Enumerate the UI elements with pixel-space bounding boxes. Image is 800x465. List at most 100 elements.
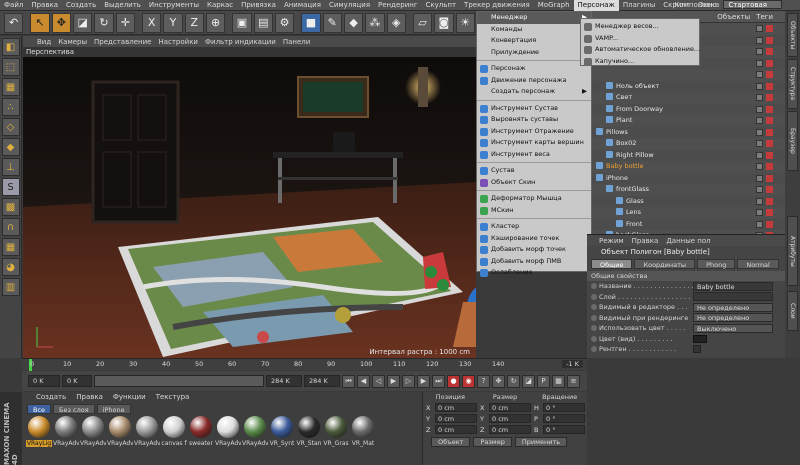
material-menu-item[interactable]: Функции — [113, 393, 146, 401]
add-icon[interactable]: ✛ — [115, 12, 135, 33]
menu-item-2[interactable]: Создать — [62, 0, 100, 11]
visibility-tag-icon[interactable] — [756, 59, 763, 67]
visibility-tag-icon[interactable] — [756, 71, 763, 78]
material-swatch[interactable]: canvas f — [161, 416, 187, 447]
goto-start-icon[interactable]: ⏮ — [342, 374, 355, 388]
character-menu-item[interactable]: Ослабление — [477, 267, 591, 279]
visibility-tag-icon[interactable] — [756, 82, 763, 90]
scale-key-icon[interactable]: ◪ — [522, 374, 535, 388]
size-field[interactable]: 0 cm — [489, 414, 531, 423]
enabled-check-icon[interactable] — [766, 163, 773, 170]
size-field[interactable]: 0 cm — [489, 425, 531, 434]
attribute-value[interactable] — [693, 292, 773, 302]
character-menu-item[interactable]: Добавить морф точек — [477, 244, 591, 256]
apply-button[interactable]: Применить — [514, 437, 568, 447]
play-icon[interactable]: ▶ — [387, 374, 400, 388]
layout-value[interactable]: Стартовая — [723, 0, 782, 9]
enabled-check-icon[interactable] — [766, 209, 773, 216]
timeline-window-icon[interactable]: ≡ — [567, 374, 580, 388]
material-filter[interactable]: Все — [27, 404, 52, 414]
enabled-check-icon[interactable] — [766, 82, 773, 90]
visibility-tag-icon[interactable] — [756, 186, 763, 193]
menu-item-5[interactable]: Каркас — [203, 0, 237, 11]
timeline-ruler[interactable]: 0 10 20 30 40 50 60 70 80 90 100 110 120 130 140 -1 K — [22, 358, 587, 371]
range-slider[interactable] — [94, 375, 264, 387]
visibility-tag-icon[interactable] — [756, 36, 763, 44]
object-row[interactable]: iPhone — [592, 173, 785, 185]
size-field[interactable]: 0 cm — [489, 403, 531, 412]
right-tab[interactable]: Браузер — [787, 111, 798, 171]
visibility-tag-icon[interactable] — [756, 105, 763, 113]
menu-item-9[interactable]: Рендеринг — [374, 0, 422, 11]
snap-icon[interactable]: S — [1, 178, 20, 196]
material-swatch[interactable]: VRayAdv — [134, 416, 160, 447]
min-frame-field[interactable]: 0 K — [62, 375, 92, 387]
coord-size-mode-select[interactable]: Размер — [473, 437, 512, 447]
object-row[interactable] — [592, 69, 785, 81]
viewport-menu-item[interactable]: Фильтр индикации — [205, 38, 276, 46]
character-menu-item[interactable]: Инструмент Отражение — [477, 126, 591, 138]
manager-submenu-item[interactable]: VAMP... — [581, 33, 699, 45]
attribute-value[interactable]: Не определено — [693, 302, 773, 312]
visibility-tag-icon[interactable] — [756, 209, 763, 216]
object-row[interactable]: From Doorway — [592, 104, 785, 116]
enabled-check-icon[interactable] — [766, 197, 773, 205]
viewport-menu-item[interactable]: Представление — [94, 38, 151, 46]
menu-item-1[interactable]: Правка — [27, 0, 62, 11]
select-icon[interactable]: ↖ — [30, 12, 50, 33]
enabled-check-icon[interactable] — [766, 36, 773, 44]
material-swatch[interactable]: VRayAdv — [80, 416, 106, 447]
rotate-icon[interactable]: ↻ — [94, 12, 114, 33]
keyframe-selection-icon[interactable]: ? — [477, 374, 490, 388]
attributes-tab[interactable]: Normal — [737, 259, 779, 269]
enabled-check-icon[interactable] — [766, 48, 773, 55]
material-swatch[interactable]: sweater — [189, 416, 213, 447]
enabled-check-icon[interactable] — [766, 174, 773, 182]
light-icon[interactable]: ☀ — [455, 12, 475, 33]
cube-icon[interactable]: ■ — [301, 12, 321, 33]
attribute-value[interactable]: Не определено — [693, 313, 773, 323]
visibility-tag-icon[interactable] — [756, 220, 763, 228]
character-menu-item[interactable]: MСкин — [477, 205, 591, 217]
layout-selector[interactable]: Компоновка Стартовая — [674, 0, 782, 9]
enabled-check-icon[interactable] — [766, 140, 773, 147]
object-row[interactable]: Ноль объект — [592, 81, 785, 93]
next-key-icon[interactable]: ▶ — [417, 374, 430, 388]
rotation-field[interactable]: 0 ° — [543, 403, 585, 412]
viewport-menu-item[interactable]: Настройки — [158, 38, 198, 46]
material-swatch[interactable]: VR_Gras — [323, 416, 349, 447]
lock-icon[interactable]: ▥ — [1, 278, 20, 296]
object-row[interactable]: Right Pillow — [592, 150, 785, 162]
character-menu-item[interactable]: Сустав — [477, 165, 591, 177]
character-menu-item[interactable]: Объект Скин — [477, 177, 591, 189]
visibility-tag-icon[interactable] — [756, 174, 763, 182]
material-menu-item[interactable]: Текстура — [156, 393, 190, 401]
floor-icon[interactable]: ▱ — [412, 12, 433, 33]
coord-icon[interactable]: ⊕ — [205, 12, 226, 33]
model-mode-icon[interactable]: ▦ — [1, 78, 20, 96]
visibility-tag-icon[interactable] — [756, 128, 763, 136]
array-icon[interactable]: ⁂ — [365, 12, 385, 33]
start-frame-field[interactable]: 0 K — [28, 375, 60, 387]
move-icon[interactable]: ✥ — [51, 12, 71, 33]
menu-item-13[interactable]: Персонаж — [573, 0, 619, 11]
om-objects-label[interactable]: Объекты — [717, 13, 750, 21]
subdivision-icon[interactable]: ◆ — [343, 12, 364, 33]
enabled-check-icon[interactable] — [766, 128, 773, 136]
character-menu-item[interactable]: Движение персонажа — [477, 75, 591, 87]
menu-item-11[interactable]: Трекер движения — [460, 0, 534, 11]
enabled-check-icon[interactable] — [766, 105, 773, 113]
param-key-icon[interactable]: P — [537, 374, 550, 388]
visibility-tag-icon[interactable] — [756, 197, 763, 205]
end-frame-field[interactable]: 284 K — [304, 375, 340, 387]
y-axis-icon[interactable]: Y — [163, 12, 183, 33]
character-menu-item[interactable]: Конвертация▶ — [477, 35, 591, 47]
menu-item-8[interactable]: Симуляция — [325, 0, 374, 11]
visibility-tag-icon[interactable] — [756, 94, 763, 101]
material-swatch[interactable]: VR_Synt — [270, 416, 294, 447]
rotation-field[interactable]: 0 ° — [543, 414, 585, 423]
attributes-menu-item[interactable]: Режим — [599, 237, 624, 245]
position-field[interactable]: 0 cm — [435, 425, 477, 434]
coord-mode-select[interactable]: Объект — [431, 437, 471, 447]
object-row[interactable]: Front — [592, 219, 785, 231]
